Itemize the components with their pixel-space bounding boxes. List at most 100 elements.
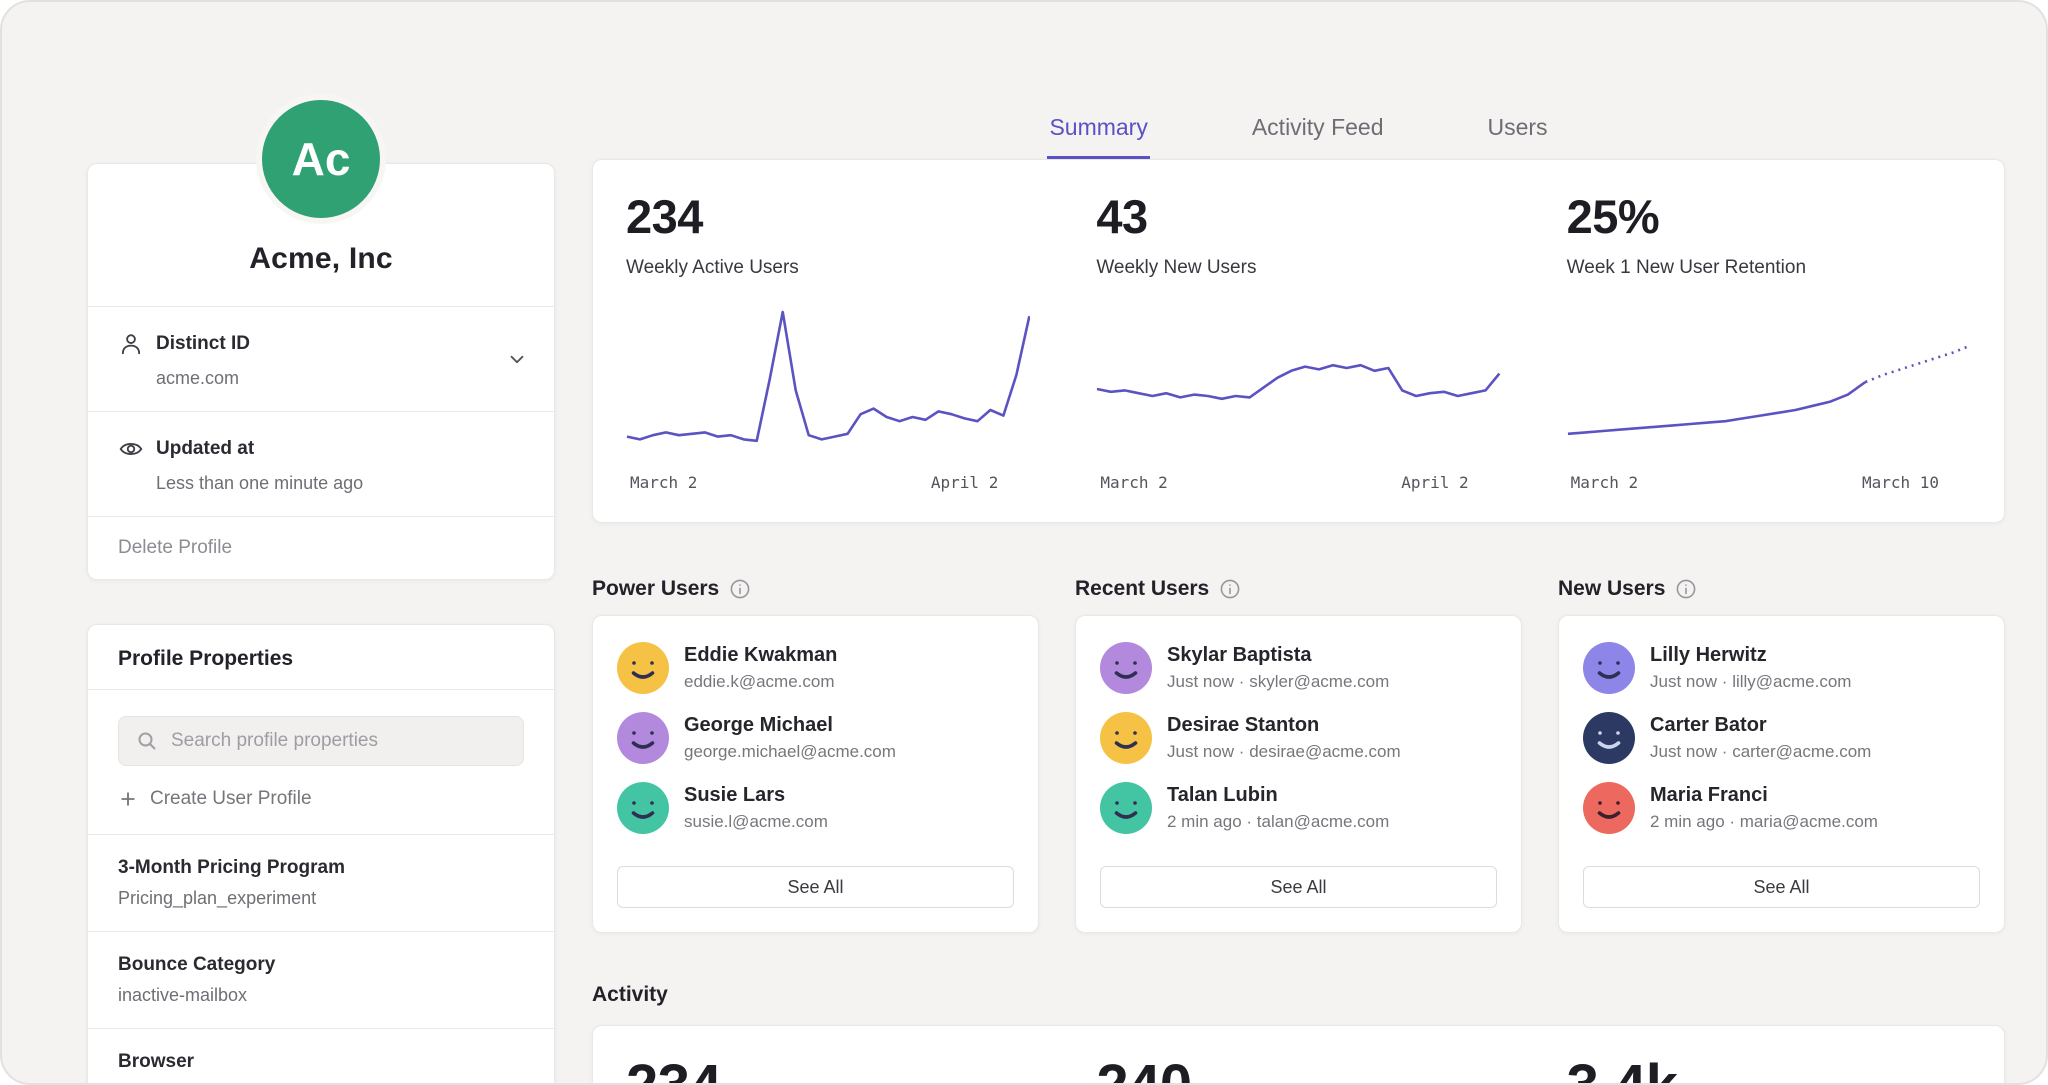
user-meta: 2 min ago · talan@acme.com xyxy=(1167,812,1389,832)
user-avatar xyxy=(617,712,669,764)
new-users-title: New Users xyxy=(1558,577,1665,601)
updated-at-row: Updated at Less than one minute ago xyxy=(88,411,554,516)
search-input[interactable] xyxy=(171,730,507,752)
user-row[interactable]: Lilly Herwitz Just now · lilly@acme.com xyxy=(1583,642,1980,694)
activity-stat-value: 234 xyxy=(626,1052,1030,1085)
activity-stats-card: 234 240 3.4k xyxy=(592,1025,2005,1085)
create-user-profile-label: Create User Profile xyxy=(150,788,312,810)
property-row[interactable]: Browser Chrome xyxy=(88,1028,554,1085)
user-name: George Michael xyxy=(684,714,896,737)
user-row[interactable]: Susie Lars susie.l@acme.com xyxy=(617,782,1014,834)
activity-stat: 3.4k xyxy=(1534,1052,2004,1085)
property-value: Pricing_plan_experiment xyxy=(118,888,524,909)
user-row[interactable]: Talan Lubin 2 min ago · talan@acme.com xyxy=(1100,782,1497,834)
profile-properties-title: Profile Properties xyxy=(88,625,554,690)
user-meta: Just now · lilly@acme.com xyxy=(1650,672,1851,692)
updated-at-label: Updated at xyxy=(156,438,254,460)
activity-stat-value: 240 xyxy=(1096,1052,1500,1085)
user-row[interactable]: George Michael george.michael@acme.com xyxy=(617,712,1014,764)
user-row[interactable]: Skylar Baptista Just now · skyler@acme.c… xyxy=(1100,642,1497,694)
profile-properties-card: Profile Properties Create User Profile 3… xyxy=(87,624,555,1085)
see-all-button[interactable]: See All xyxy=(617,866,1014,908)
weekly-new-users-chart[interactable] xyxy=(1096,307,1500,457)
distinct-id-row[interactable]: Distinct ID acme.com xyxy=(88,306,554,411)
user-avatar xyxy=(1100,712,1152,764)
company-name: Acme, Inc xyxy=(88,242,554,276)
see-all-button[interactable]: See All xyxy=(1583,866,1980,908)
new-users-card: Lilly Herwitz Just now · lilly@acme.com … xyxy=(1558,615,2005,933)
activity-stat: 240 xyxy=(1063,1052,1533,1085)
info-icon[interactable] xyxy=(1675,578,1697,600)
user-meta: Just now · desirae@acme.com xyxy=(1167,742,1401,762)
user-avatar xyxy=(1583,712,1635,764)
user-section-headers: Power Users Recent Users New Users xyxy=(592,577,2005,601)
axis-start-label: March 2 xyxy=(630,473,697,492)
user-name: Susie Lars xyxy=(684,784,828,807)
user-name: Carter Bator xyxy=(1650,714,1871,737)
user-row[interactable]: Eddie Kwakman eddie.k@acme.com xyxy=(617,642,1014,694)
delete-profile-button[interactable]: Delete Profile xyxy=(88,516,554,579)
user-meta: 2 min ago · maria@acme.com xyxy=(1650,812,1878,832)
property-value: inactive-mailbox xyxy=(118,985,524,1006)
chart-x-axis: March 2 March 10 xyxy=(1567,473,1971,492)
axis-end-label: April 2 xyxy=(1401,473,1468,492)
plus-icon xyxy=(118,789,138,809)
company-avatar: Ac xyxy=(256,94,386,224)
activity-stat-value: 3.4k xyxy=(1567,1052,1971,1085)
user-row[interactable]: Maria Franci 2 min ago · maria@acme.com xyxy=(1583,782,1980,834)
see-all-button[interactable]: See All xyxy=(1100,866,1497,908)
axis-end-label: March 10 xyxy=(1862,473,1939,492)
profile-card: Acme, Inc Distinct ID acme.com xyxy=(87,163,555,580)
create-user-profile-button[interactable]: Create User Profile xyxy=(118,788,524,810)
property-label: Bounce Category xyxy=(118,954,524,976)
stat-label: Week 1 New User Retention xyxy=(1567,257,1971,279)
user-row[interactable]: Carter Bator Just now · carter@acme.com xyxy=(1583,712,1980,764)
new-users-header: New Users xyxy=(1558,577,2005,601)
stat-label: Weekly New Users xyxy=(1096,257,1500,279)
app-window: Ac Acme, Inc Distinct ID acme.com xyxy=(0,0,2048,1085)
weekly-active-users-chart[interactable] xyxy=(626,307,1030,457)
tab-activity-feed[interactable]: Activity Feed xyxy=(1250,114,1386,159)
search-icon xyxy=(135,729,159,753)
stat-label: Weekly Active Users xyxy=(626,257,1030,279)
property-label: Browser xyxy=(118,1051,524,1073)
info-icon[interactable] xyxy=(729,578,751,600)
power-users-card: Eddie Kwakman eddie.k@acme.com George Mi… xyxy=(592,615,1039,933)
recent-users-card: Skylar Baptista Just now · skyler@acme.c… xyxy=(1075,615,1522,933)
stat-weekly-active-users: 234 Weekly Active Users March 2 April 2 xyxy=(593,190,1063,492)
user-row[interactable]: Desirae Stanton Just now · desirae@acme.… xyxy=(1100,712,1497,764)
recent-users-header: Recent Users xyxy=(1075,577,1522,601)
user-name: Lilly Herwitz xyxy=(1650,644,1851,667)
summary-stats-card: 234 Weekly Active Users March 2 April 2 … xyxy=(592,159,2005,523)
stat-value: 234 xyxy=(626,190,1030,244)
chevron-down-icon[interactable] xyxy=(506,348,528,370)
property-row[interactable]: 3-Month Pricing Program Pricing_plan_exp… xyxy=(88,834,554,931)
user-name: Maria Franci xyxy=(1650,784,1878,807)
user-avatar xyxy=(617,782,669,834)
person-icon xyxy=(118,331,144,357)
tab-summary[interactable]: Summary xyxy=(1047,114,1149,159)
stat-value: 43 xyxy=(1096,190,1500,244)
user-meta: Just now · skyler@acme.com xyxy=(1167,672,1389,692)
chart-x-axis: March 2 April 2 xyxy=(626,473,1030,492)
stat-value: 25% xyxy=(1567,190,1971,244)
user-meta: george.michael@acme.com xyxy=(684,742,896,762)
chart-x-axis: March 2 April 2 xyxy=(1096,473,1500,492)
info-icon[interactable] xyxy=(1219,578,1241,600)
tab-users[interactable]: Users xyxy=(1486,114,1550,159)
profile-properties-search[interactable] xyxy=(118,716,524,766)
user-meta: Just now · carter@acme.com xyxy=(1650,742,1871,762)
property-row[interactable]: Bounce Category inactive-mailbox xyxy=(88,931,554,1028)
axis-start-label: March 2 xyxy=(1571,473,1638,492)
user-name: Desirae Stanton xyxy=(1167,714,1401,737)
user-name: Talan Lubin xyxy=(1167,784,1389,807)
week1-retention-chart[interactable] xyxy=(1567,307,1971,457)
power-users-title: Power Users xyxy=(592,577,719,601)
axis-start-label: March 2 xyxy=(1100,473,1167,492)
stat-week1-retention: 25% Week 1 New User Retention March 2 Ma… xyxy=(1534,190,2004,492)
axis-end-label: April 2 xyxy=(931,473,998,492)
activity-section-title: Activity xyxy=(592,983,2005,1007)
user-meta: eddie.k@acme.com xyxy=(684,672,837,692)
eye-icon xyxy=(118,436,144,462)
property-label: 3-Month Pricing Program xyxy=(118,857,524,879)
